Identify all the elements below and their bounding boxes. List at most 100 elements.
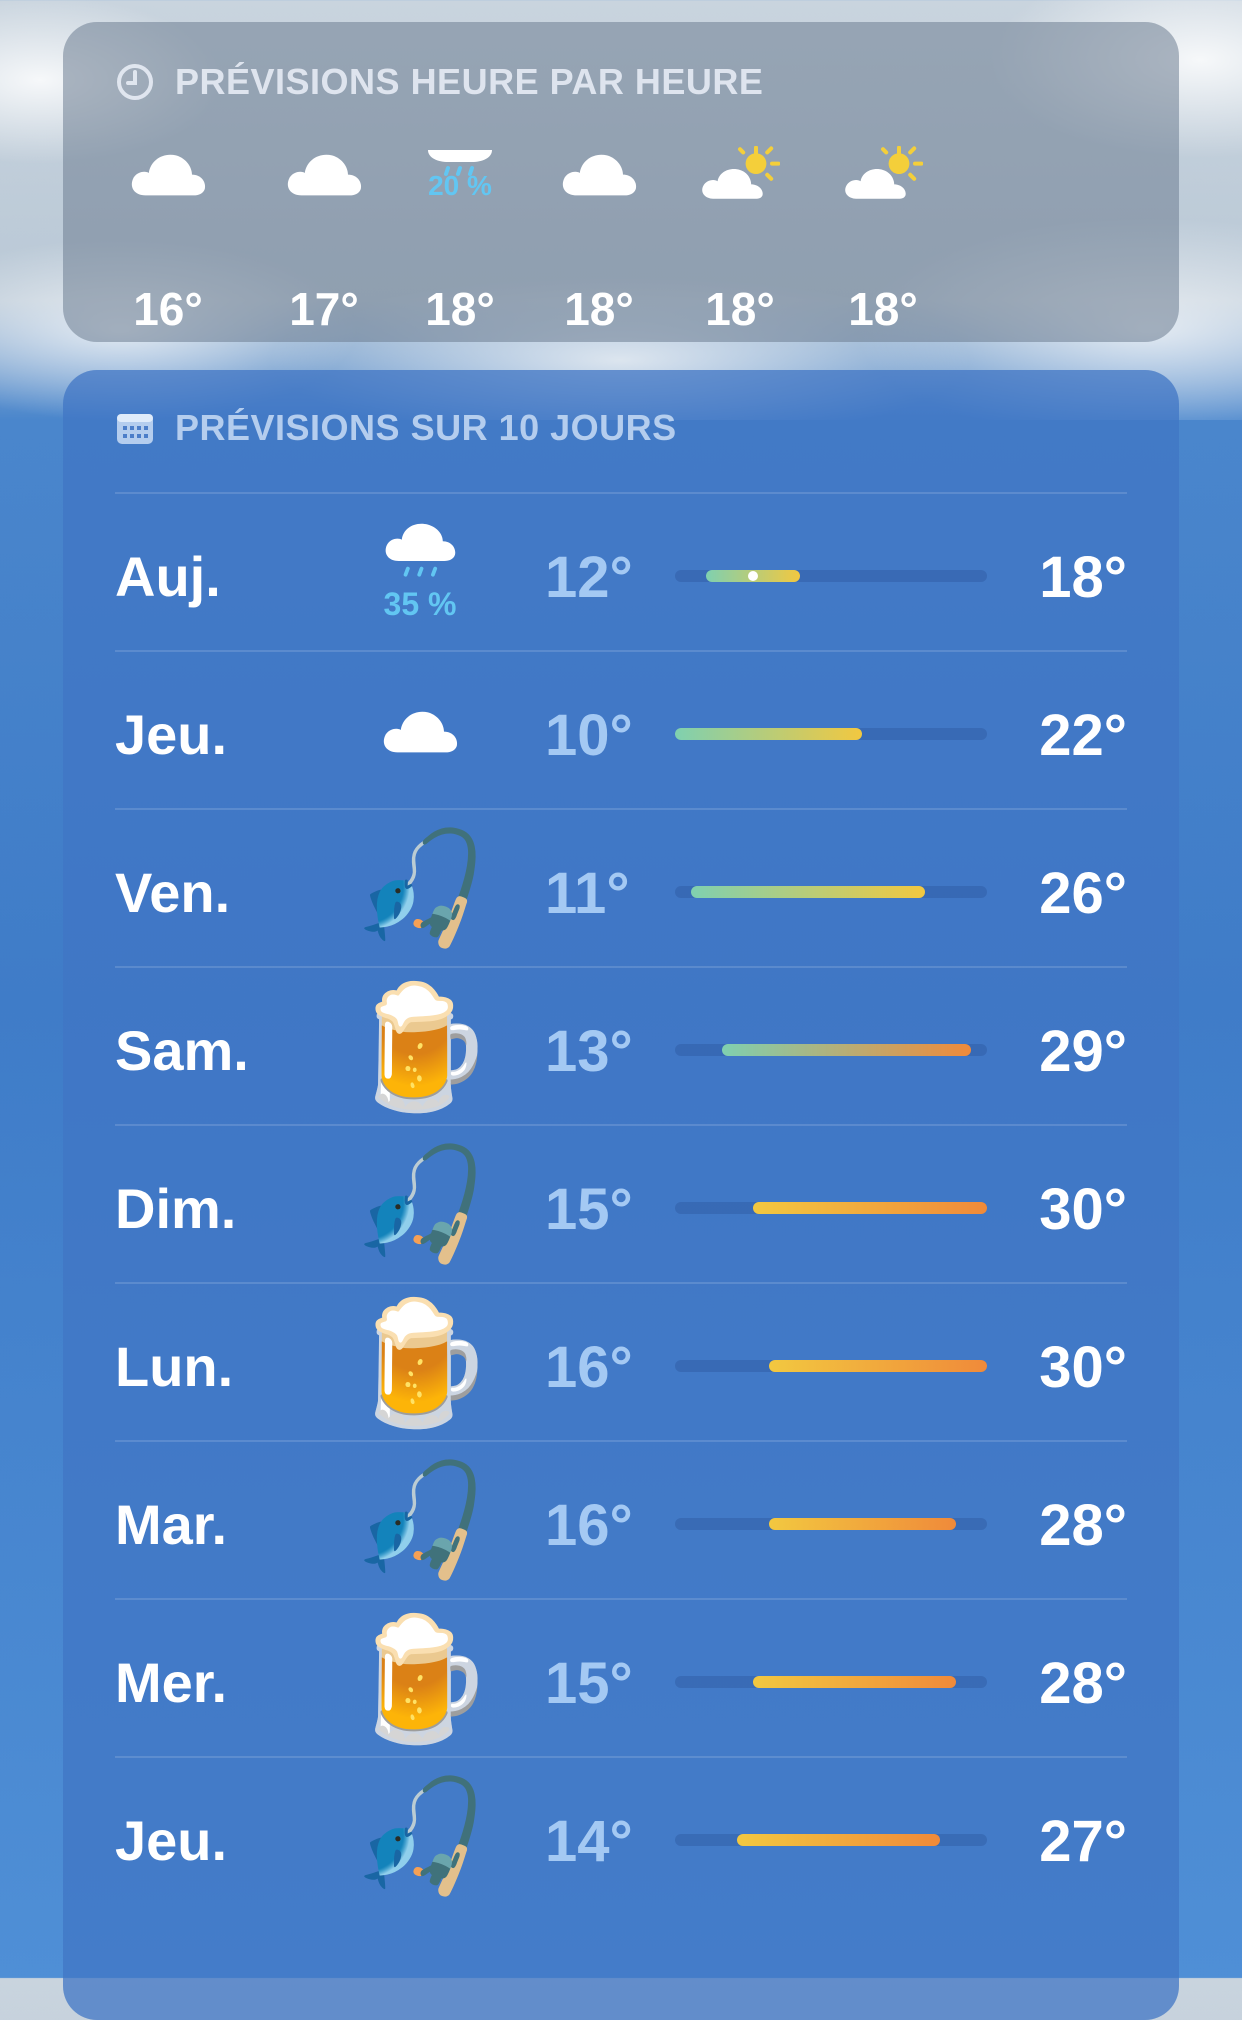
temp-range-track [675, 1834, 987, 1846]
fishing-pole-icon: 🎣 [351, 1143, 489, 1266]
temp-range-bar [721, 1044, 972, 1056]
day-row[interactable]: Sam. 🍺 13° 29° [115, 966, 1127, 1126]
fishing-pole-icon: 🎣 [351, 827, 489, 950]
low-temp: 12° [545, 545, 633, 610]
day-name: Mar. [115, 1493, 228, 1556]
ten-day-forecast-card: PRÉVISIONS SUR 10 JOURS Auj. 35 % 12° 18… [63, 370, 1179, 2020]
temp-range-bar [768, 1360, 987, 1372]
fishing-pole-icon: 🎣 [351, 1775, 489, 1898]
low-temp: 10° [545, 703, 633, 768]
day-row[interactable]: Auj. 35 % 12° 18° [115, 492, 1127, 652]
cloud-icon [383, 711, 458, 753]
day-row[interactable]: Ven. 🎣 11° 26° [115, 808, 1127, 968]
cloud-icon [562, 154, 637, 196]
hourly-item: 18° [808, 134, 958, 335]
beer-mug-icon: 🍺 [345, 1612, 495, 1746]
hourly-item: 18° [665, 134, 815, 335]
temp-range-bar [737, 1834, 941, 1846]
temp-range-track [675, 728, 987, 740]
temp-range-bar [690, 886, 925, 898]
day-icon-wrap: 🎣 [335, 1126, 505, 1284]
hourly-temp: 18° [564, 283, 634, 335]
temp-range-track [675, 1360, 987, 1372]
calendar-icon [117, 414, 153, 444]
high-temp: 29° [1039, 1019, 1127, 1084]
hourly-item: 16° [93, 134, 243, 335]
low-temp: 14° [545, 1809, 633, 1874]
day-icon-wrap: 🎣 [335, 1442, 505, 1600]
daily-header: PRÉVISIONS SUR 10 JOURS [115, 407, 677, 448]
hourly-temp: 16° [133, 283, 203, 335]
day-name: Lun. [115, 1335, 234, 1398]
fishing-pole-icon: 🎣 [351, 1459, 489, 1582]
temp-range-track [675, 1676, 987, 1688]
temp-range-bar [753, 1676, 956, 1688]
temp-range-bar [753, 1202, 987, 1214]
high-temp: 27° [1039, 1809, 1127, 1874]
hourly-temp: 17° [289, 283, 359, 335]
hourly-icon-wrap [93, 134, 243, 214]
high-temp: 26° [1039, 861, 1127, 926]
day-row[interactable]: Lun. 🍺 16° 30° [115, 1282, 1127, 1442]
temp-range-track [675, 570, 987, 582]
hourly-item: 18° [524, 134, 674, 335]
temp-range-bar [675, 728, 863, 740]
clock-icon [117, 64, 153, 100]
low-temp: 11° [545, 861, 630, 926]
high-temp: 28° [1039, 1493, 1127, 1558]
hourly-item: 17° [249, 134, 399, 335]
hourly-icon-wrap: 20 % [385, 134, 535, 214]
temp-range-track [675, 886, 987, 898]
temp-range-track [675, 1044, 987, 1056]
low-temp: 13° [545, 1019, 633, 1084]
day-icon-wrap: 🍺 [335, 1284, 505, 1442]
hourly-icon-wrap [249, 134, 399, 214]
hourly-temp: 18° [705, 283, 775, 335]
low-temp: 15° [545, 1177, 633, 1242]
low-temp: 16° [545, 1335, 633, 1400]
day-icon-wrap: 🎣 [335, 810, 505, 968]
cloud-icon [287, 154, 362, 196]
day-icon-wrap: 🎣 [335, 1758, 505, 1916]
hourly-header: PRÉVISIONS HEURE PAR HEURE [115, 61, 764, 102]
high-temp: 28° [1039, 1651, 1127, 1716]
partly-sunny-icon [845, 146, 923, 199]
temp-range-track [675, 1518, 987, 1530]
day-name: Sam. [115, 1019, 249, 1082]
day-row[interactable]: Jeu. 10° 22° [115, 650, 1127, 810]
low-temp: 16° [545, 1493, 633, 1558]
day-name: Dim. [115, 1177, 237, 1240]
beer-mug-icon: 🍺 [345, 1296, 495, 1430]
rain-cloud-icon [385, 523, 456, 577]
hourly-icon-wrap [524, 134, 674, 214]
hourly-title: PRÉVISIONS HEURE PAR HEURE [175, 61, 764, 102]
day-row[interactable]: Mer. 🍺 15° 28° [115, 1598, 1127, 1758]
precip-probability: 35 % [383, 585, 457, 622]
low-temp: 15° [545, 1651, 633, 1716]
hourly-temp: 18° [848, 283, 918, 335]
high-temp: 18° [1039, 545, 1127, 610]
day-name: Ven. [115, 861, 231, 924]
day-icon-wrap: 🍺 [335, 1600, 505, 1758]
hourly-forecast-card: PRÉVISIONS HEURE PAR HEURE 16° 17° 20 % … [63, 22, 1179, 342]
cloud-icon [131, 154, 206, 196]
day-row[interactable]: Jeu. 🎣 14° 27° [115, 1756, 1127, 1916]
current-temp-dot [748, 571, 758, 581]
day-icon-wrap: 35 % [335, 494, 505, 652]
hourly-icon-wrap [808, 134, 958, 214]
temp-range-track [675, 1202, 987, 1214]
day-row[interactable]: Mar. 🎣 16° 28° [115, 1440, 1127, 1600]
beer-mug-icon: 🍺 [345, 980, 495, 1114]
precip-probability: 20 % [428, 170, 492, 201]
hourly-item: 20 % 18° [385, 134, 535, 335]
day-icon-wrap: 🍺 [335, 968, 505, 1126]
day-name: Jeu. [115, 703, 228, 766]
day-icon-wrap [335, 652, 505, 810]
partly-sunny-icon [702, 146, 780, 199]
day-row[interactable]: Dim. 🎣 15° 30° [115, 1124, 1127, 1284]
temp-range-bar [768, 1518, 956, 1530]
day-name: Auj. [115, 545, 221, 608]
daily-title: PRÉVISIONS SUR 10 JOURS [175, 407, 677, 448]
hourly-icon-wrap [665, 134, 815, 214]
hourly-temp: 18° [425, 283, 495, 335]
